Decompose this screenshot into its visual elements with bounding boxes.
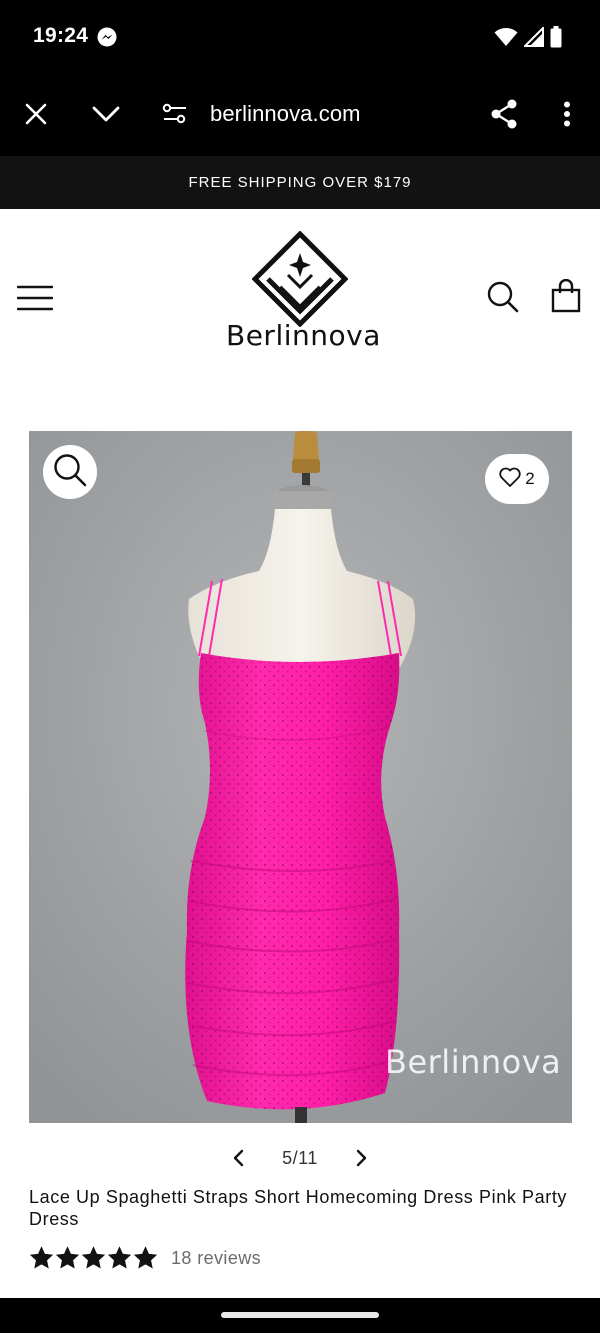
zoom-button[interactable] — [43, 445, 97, 499]
share-icon[interactable] — [489, 98, 519, 130]
announcement-bar: FREE SHIPPING OVER $179 — [0, 156, 600, 209]
status-time: 19:24 — [33, 24, 89, 47]
close-icon[interactable] — [22, 100, 50, 128]
search-icon[interactable] — [487, 281, 519, 313]
site-header: Berlinnova — [0, 209, 600, 384]
rating-stars — [29, 1246, 158, 1270]
brand-name[interactable]: Berlinnova — [226, 319, 380, 352]
product-rating[interactable]: 18 reviews — [29, 1246, 261, 1270]
bag-icon[interactable] — [551, 278, 581, 313]
star-icon — [133, 1246, 158, 1269]
zoom-icon — [53, 453, 87, 492]
product-title: Lace Up Spaghetti Straps Short Homecomin… — [29, 1187, 568, 1229]
messenger-icon — [97, 27, 117, 47]
system-nav-bar — [0, 1298, 600, 1333]
image-watermark: Berlinnova — [385, 1043, 562, 1081]
prev-image-icon[interactable] — [226, 1146, 250, 1170]
browser-toolbar: berlinnova.com — [0, 72, 600, 156]
next-image-icon[interactable] — [350, 1146, 374, 1170]
star-icon — [55, 1246, 80, 1269]
more-vert-icon[interactable] — [555, 100, 579, 128]
product-photo — [29, 431, 572, 1123]
wishlist-button[interactable]: 2 — [485, 454, 549, 504]
site-settings-icon[interactable] — [162, 102, 188, 126]
wifi-icon — [494, 27, 518, 52]
chevron-down-icon[interactable] — [90, 100, 122, 128]
wishlist-count: 2 — [525, 469, 535, 488]
signal-icon — [522, 25, 544, 52]
announcement-text: FREE SHIPPING OVER $179 — [188, 174, 412, 191]
battery-icon — [550, 26, 562, 53]
status-bar: 19:24 — [0, 0, 600, 72]
url-display[interactable]: berlinnova.com — [210, 101, 361, 127]
pager-count: 5/11 — [282, 1147, 318, 1168]
heart-icon — [499, 467, 521, 492]
menu-icon[interactable] — [16, 285, 54, 311]
star-icon — [107, 1246, 132, 1269]
product-image[interactable]: 2 Berlinnova — [29, 431, 572, 1123]
brand-logo-icon[interactable] — [251, 230, 349, 328]
image-pager: 5/11 — [0, 1140, 600, 1176]
star-icon — [29, 1246, 54, 1269]
reviews-link[interactable]: 18 reviews — [171, 1248, 261, 1269]
star-icon — [81, 1246, 106, 1269]
home-gesture-handle[interactable] — [221, 1312, 379, 1318]
